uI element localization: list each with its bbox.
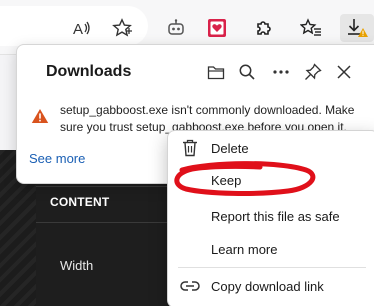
- pin-icon[interactable]: [302, 61, 324, 83]
- downloads-warning-icon[interactable]: [340, 14, 374, 42]
- copilot-robot-icon[interactable]: [162, 14, 190, 42]
- menu-item-label: Delete: [211, 140, 249, 156]
- menu-item-delete[interactable]: Delete: [168, 134, 374, 162]
- favorite-star-icon[interactable]: [108, 14, 136, 42]
- close-icon[interactable]: [333, 61, 355, 83]
- read-aloud-icon[interactable]: A: [68, 14, 96, 42]
- warning-line: setup_gabboost.exe isn't commonly downlo…: [60, 103, 355, 117]
- menu-item-learn-more[interactable]: Learn more: [168, 235, 374, 263]
- favorites-collections-icon[interactable]: [297, 14, 325, 42]
- link-icon: [180, 276, 200, 296]
- menu-item-copy-link[interactable]: Copy download link: [168, 272, 374, 300]
- open-folder-icon[interactable]: [205, 61, 227, 83]
- annotation-circle: [170, 160, 320, 203]
- downloads-title: Downloads: [46, 63, 132, 80]
- menu-item-label: Report this file as safe: [211, 208, 340, 224]
- content-divider: [36, 222, 176, 223]
- menu-item-report-safe[interactable]: Report this file as safe: [168, 202, 374, 230]
- extensions-puzzle-icon[interactable]: [250, 14, 278, 42]
- more-options-icon[interactable]: [270, 61, 292, 83]
- menu-separator: [178, 267, 366, 268]
- trash-icon: [180, 138, 200, 158]
- content-divider: [36, 186, 176, 187]
- menu-item-label: Copy download link: [211, 278, 324, 294]
- search-icon[interactable]: [236, 61, 258, 83]
- extension-heart-icon[interactable]: [203, 14, 231, 42]
- menu-item-label: Learn more: [211, 241, 278, 257]
- content-heading: CONTENT: [50, 195, 110, 209]
- width-label: Width: [60, 258, 94, 273]
- svg-text:A: A: [73, 21, 83, 37]
- see-more-link[interactable]: See more: [29, 151, 85, 166]
- warning-icon: [31, 108, 49, 129]
